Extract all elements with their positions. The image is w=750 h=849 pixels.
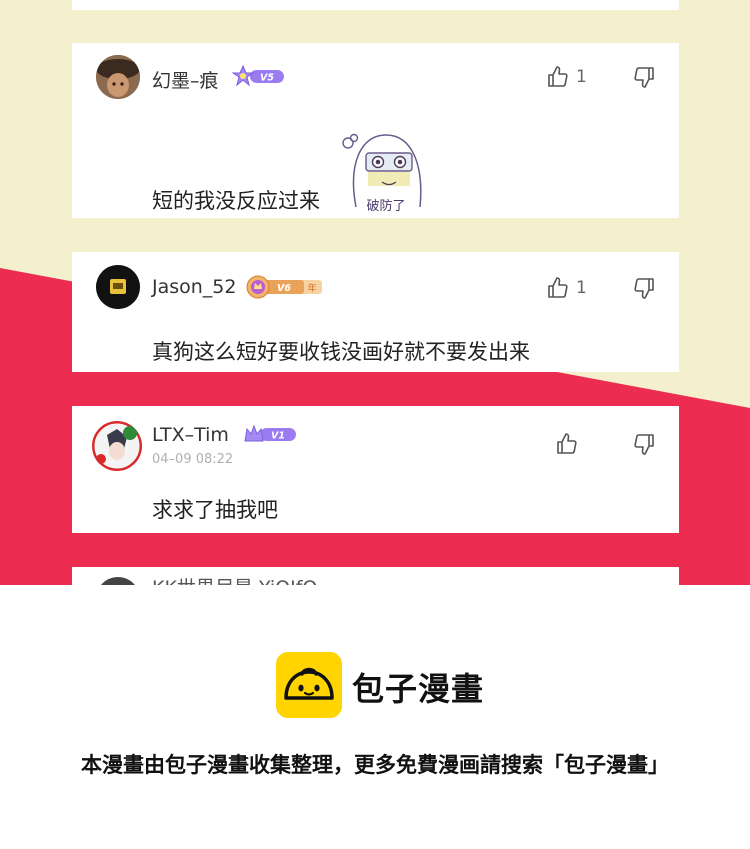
page: 幻墨–痕 V5 1 短的我没反应过来 破防了 Jason_52 V6 年 1 真… bbox=[0, 0, 750, 849]
username[interactable]: KK世界尽是 YiQIfO bbox=[152, 573, 317, 585]
username[interactable]: 幻墨–痕 bbox=[152, 66, 219, 93]
avatar-dark-icon[interactable] bbox=[96, 265, 140, 309]
username[interactable]: Jason_52 bbox=[152, 276, 237, 298]
brand-name: 包子漫畫 bbox=[352, 670, 485, 708]
vip-level-label: V5 bbox=[260, 73, 274, 84]
avatar-brown-hat-icon[interactable] bbox=[96, 55, 140, 99]
username[interactable]: LTX–Tim bbox=[152, 424, 229, 446]
comment-card: 幻墨–痕 V5 1 短的我没反应过来 破防了 bbox=[72, 43, 679, 218]
thumbs-up-icon[interactable] bbox=[546, 276, 570, 300]
vip-level-label: V1 bbox=[271, 431, 285, 442]
thumbs-down-icon[interactable] bbox=[632, 65, 656, 89]
baozi-logo-icon bbox=[276, 652, 342, 718]
like-count: 1 bbox=[576, 67, 587, 87]
source-notice: 本漫畫由包子漫畫收集整理，更多免費漫画請搜索「包子漫畫」 bbox=[81, 753, 669, 777]
comment-card: KK世界尽是 YiQIfO bbox=[72, 567, 679, 585]
thumbs-up-icon[interactable] bbox=[555, 432, 579, 456]
comment-text: 真狗这么短好要收钱没画好就不要发出来 bbox=[152, 340, 530, 364]
comment-section: 幻墨–痕 V5 1 短的我没反应过来 破防了 Jason_52 V6 年 1 真… bbox=[0, 0, 750, 585]
thumbs-down-icon[interactable] bbox=[632, 276, 656, 300]
comment-card-previous bbox=[72, 0, 679, 10]
thumbs-down-icon[interactable] bbox=[632, 432, 656, 456]
thumbs-up-icon[interactable] bbox=[546, 65, 570, 89]
sticker-image: 破防了 bbox=[342, 133, 422, 214]
footer-banner bbox=[0, 585, 750, 849]
sticker-caption: 破防了 bbox=[366, 198, 405, 214]
vip-level-badge: V5 bbox=[232, 65, 284, 87]
vip-level-badge: V1 bbox=[244, 424, 296, 442]
vip-year-label: 年 bbox=[307, 282, 316, 294]
comment-time: 04–09 08:22 bbox=[152, 452, 234, 467]
avatar-christmas-frame-icon[interactable] bbox=[92, 421, 142, 471]
like-count: 1 bbox=[576, 278, 587, 298]
vip-level-badge: V6 年 bbox=[246, 275, 322, 299]
comment-card: Jason_52 V6 年 1 真狗这么短好要收钱没画好就不要发出来 bbox=[72, 252, 679, 372]
avatar-partial-icon[interactable] bbox=[96, 577, 140, 585]
vip-level-label: V6 bbox=[277, 283, 291, 294]
comment-card: LTX–Tim V1 04–09 08:22 求求了抽我吧 bbox=[72, 406, 679, 533]
comment-text: 求求了抽我吧 bbox=[152, 498, 278, 522]
comment-text: 短的我没反应过来 bbox=[152, 189, 320, 213]
